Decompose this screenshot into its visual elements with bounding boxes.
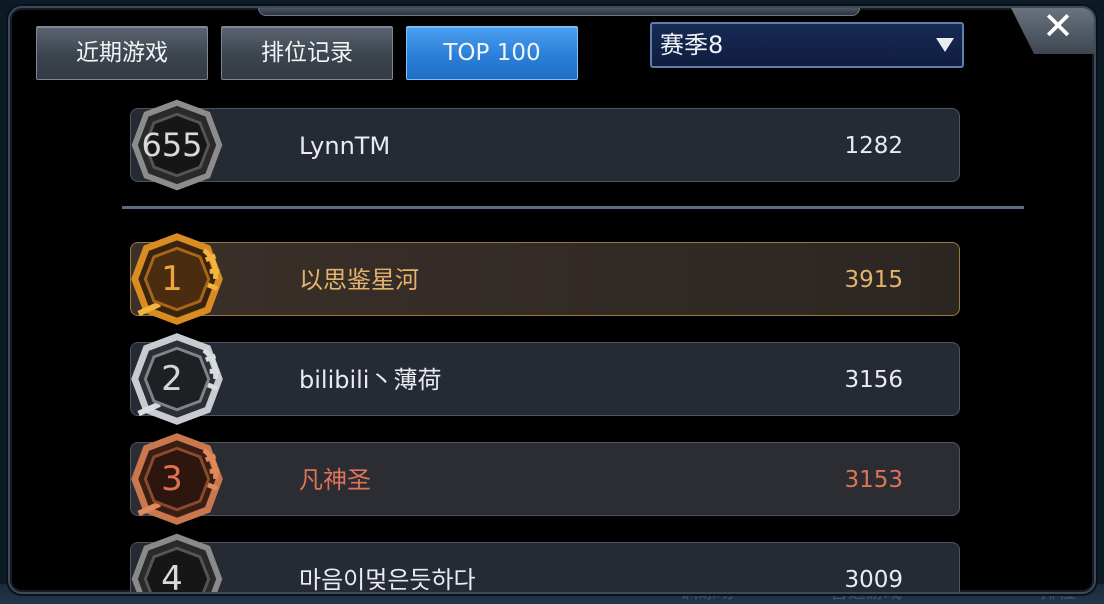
my-player-score: 1282 xyxy=(844,133,903,159)
player-score: 3156 xyxy=(844,367,903,393)
dropdown-arrow-icon xyxy=(936,38,954,52)
close-icon: ✕ xyxy=(1042,6,1074,48)
my-rank-number: 655 xyxy=(141,126,203,164)
rank-number: 2 xyxy=(161,359,183,399)
bronze-laurel-badge-icon: 3 xyxy=(129,431,225,527)
rank-number: 4 xyxy=(161,559,183,594)
leaderboard-row[interactable]: 1 以思鉴星河 3915 xyxy=(130,233,960,325)
tab-top-100[interactable]: TOP 100 xyxy=(406,26,578,80)
player-score: 3009 xyxy=(844,567,903,593)
season-select-value: 赛季8 xyxy=(660,31,724,59)
player-name: 마음이멎은듯하다 xyxy=(299,566,476,594)
leaderboard-row[interactable]: 4 마음이멎은듯하다 3009 xyxy=(130,533,960,594)
leaderboard-row[interactable]: 3 凡神圣 3153 xyxy=(130,433,960,525)
season-select[interactable]: 赛季8 xyxy=(650,22,964,68)
panel-top-handle xyxy=(258,8,860,16)
silver-laurel-badge-icon: 2 xyxy=(129,331,225,427)
player-name: bilibili丶薄荷 xyxy=(299,366,442,394)
rank-number: 3 xyxy=(161,459,183,499)
player-score: 3153 xyxy=(844,467,903,493)
close-button[interactable]: ✕ xyxy=(1010,6,1094,54)
my-rank-row: 655 LynnTM 1282 xyxy=(130,99,960,191)
section-divider xyxy=(122,206,1024,209)
gold-laurel-badge-icon: 1 xyxy=(129,231,225,327)
player-score: 3915 xyxy=(844,267,903,293)
player-name: 以思鉴星河 xyxy=(299,266,419,294)
rank-number: 1 xyxy=(161,259,183,299)
tab-recent-games[interactable]: 近期游戏 xyxy=(36,26,208,80)
rank-badge-icon: 4 xyxy=(129,531,225,594)
my-player-name: LynnTM xyxy=(299,132,391,160)
player-name: 凡神圣 xyxy=(299,466,371,494)
leaderboard-panel: 近期游戏 排位记录 TOP 100 赛季8 ✕ 655 LynnTM 1282 xyxy=(8,6,1096,594)
tab-ranked-history[interactable]: 排位记录 xyxy=(221,26,393,80)
leaderboard-row[interactable]: 2 bilibili丶薄荷 3156 xyxy=(130,333,960,425)
rank-badge-icon: 655 xyxy=(129,97,225,193)
